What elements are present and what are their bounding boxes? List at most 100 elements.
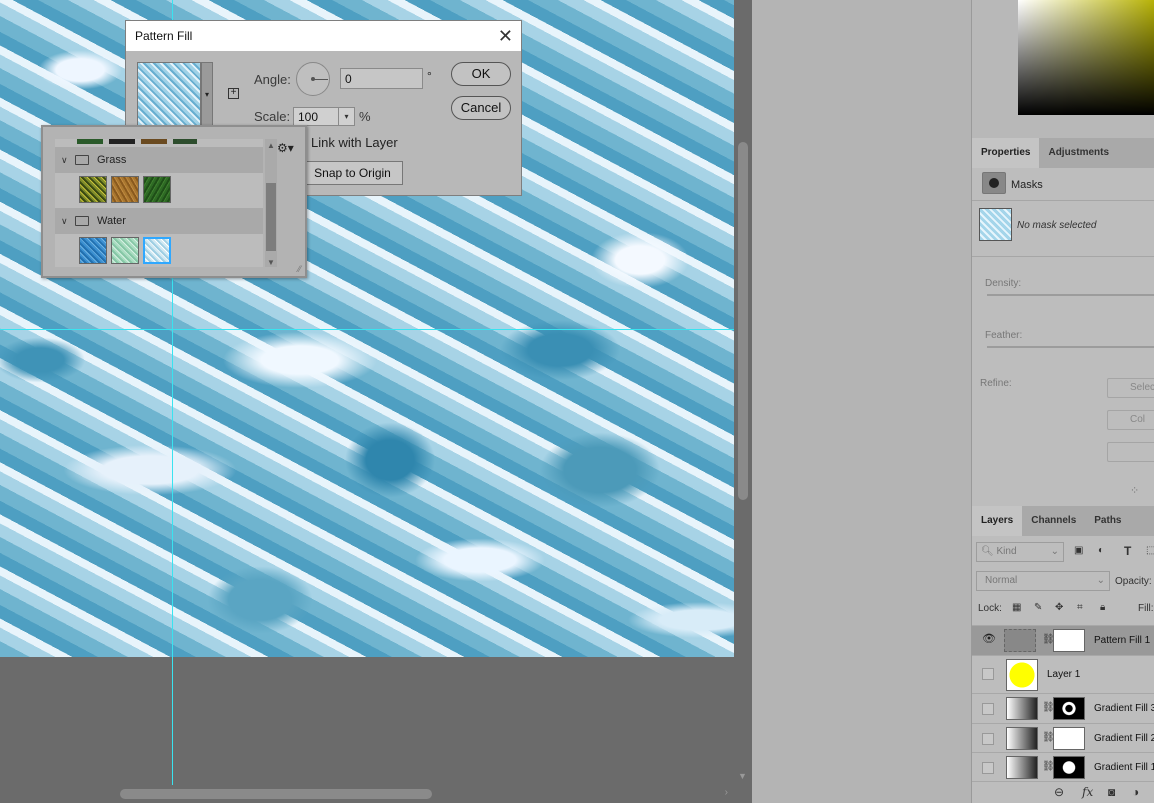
blend-mode-dropdown[interactable]: Normal ⌄: [976, 571, 1110, 591]
pattern-list[interactable]: ∨ Grass ∨ Water: [55, 139, 263, 267]
dialog-titlebar[interactable]: Pattern Fill: [126, 21, 521, 51]
color-range-button[interactable]: Col: [1107, 410, 1154, 430]
layer-mask-thumbnail[interactable]: [1053, 697, 1085, 720]
divider: [972, 200, 1154, 201]
add-mask-icon[interactable]: ◙: [1108, 785, 1115, 799]
angle-dial[interactable]: [296, 62, 330, 96]
layer-name[interactable]: Gradient Fill 3: [1094, 703, 1154, 714]
layer-row[interactable]: Layer 1: [972, 655, 1154, 693]
canvas-horizontal-scrollbar[interactable]: ›: [0, 785, 734, 803]
horizontal-scroll-thumb[interactable]: [120, 789, 432, 799]
pattern-swatch-selected[interactable]: [143, 237, 171, 264]
gear-icon[interactable]: ⚙▾: [277, 141, 294, 155]
layer-mask-thumbnail[interactable]: [979, 208, 1012, 241]
select-and-mask-button[interactable]: Select: [1107, 378, 1154, 398]
tab-channels[interactable]: Channels: [1022, 506, 1085, 536]
pattern-swatch[interactable]: [79, 237, 107, 264]
pattern-preview-swatch[interactable]: [137, 62, 201, 126]
picker-scroll-thumb[interactable]: [266, 183, 276, 251]
layer-name[interactable]: Pattern Fill 1: [1094, 635, 1150, 646]
scroll-right-icon[interactable]: ›: [725, 787, 728, 798]
filter-kind-dropdown[interactable]: 🔍︎ Kind ⌄: [976, 542, 1064, 562]
tab-paths[interactable]: Paths: [1085, 506, 1130, 536]
canvas-vertical-scrollbar[interactable]: ▼: [734, 0, 752, 785]
pattern-swatch[interactable]: [79, 176, 107, 203]
chevron-down-icon: ⌄: [1050, 546, 1059, 557]
visibility-toggle[interactable]: [982, 668, 994, 680]
density-label: Density:: [985, 278, 1022, 289]
load-selection-icon[interactable]: ⁘: [1130, 484, 1139, 497]
density-slider[interactable]: [987, 294, 1154, 296]
lock-position-icon[interactable]: ✥: [1055, 602, 1063, 613]
invert-button[interactable]: [1107, 442, 1154, 462]
gradient-fill-icon: [1006, 727, 1038, 750]
adjustment-filter-icon[interactable]: ◐: [1098, 545, 1104, 556]
cancel-button[interactable]: Cancel: [451, 96, 511, 120]
horizontal-guide[interactable]: [0, 329, 734, 330]
degree-symbol: °: [427, 69, 432, 83]
tab-layers[interactable]: Layers: [972, 506, 1023, 536]
layer-row[interactable]: ⛓︎ Gradient Fill 1: [972, 752, 1154, 781]
masks-label: Masks: [1011, 179, 1043, 191]
eye-icon[interactable]: 👁︎: [982, 632, 996, 645]
lock-all-icon[interactable]: 🔒︎: [1100, 602, 1105, 613]
close-icon[interactable]: ✕: [498, 26, 513, 47]
layer-mask-thumbnail[interactable]: [1053, 756, 1085, 779]
partial-pattern-row: [77, 139, 197, 144]
picker-scrollbar[interactable]: ▲ ▼: [265, 139, 277, 267]
new-pattern-preset-icon[interactable]: +: [228, 88, 239, 99]
link-with-layer-checkbox-label[interactable]: Link with Layer: [311, 135, 398, 150]
link-layers-icon[interactable]: ⊖: [1054, 785, 1064, 799]
scroll-down-icon[interactable]: ▼: [738, 771, 747, 781]
layer-name[interactable]: Layer 1: [1047, 669, 1080, 680]
group-name: Grass: [97, 154, 127, 166]
color-picker-field[interactable]: [1018, 0, 1154, 115]
layer-name[interactable]: Gradient Fill 2: [1094, 733, 1154, 744]
angle-input[interactable]: [340, 68, 423, 89]
chevron-down-icon[interactable]: ∨: [61, 155, 75, 166]
vertical-scroll-thumb[interactable]: [738, 142, 748, 500]
pattern-group-grass[interactable]: ∨ Grass: [55, 147, 263, 173]
type-filter-icon[interactable]: T: [1124, 544, 1131, 558]
blend-mode-value: Normal: [985, 575, 1018, 586]
right-panel: Properties Adjustments Masks No mask sel…: [971, 0, 1154, 803]
chevron-down-icon: ⌄: [1096, 575, 1105, 586]
pattern-swatch[interactable]: [111, 176, 139, 203]
chevron-down-icon[interactable]: ▾: [201, 62, 213, 126]
shape-filter-icon[interactable]: ⬚: [1146, 545, 1154, 556]
adjustment-layer-icon[interactable]: ◑: [1132, 785, 1139, 799]
visibility-toggle[interactable]: [982, 762, 994, 774]
snap-to-origin-button[interactable]: Snap to Origin: [302, 161, 403, 185]
layer-row[interactable]: ⛓︎ Gradient Fill 2: [972, 723, 1154, 752]
visibility-toggle[interactable]: [982, 733, 994, 745]
ok-button[interactable]: OK: [451, 62, 511, 86]
tab-properties[interactable]: Properties: [972, 138, 1040, 168]
layer-name[interactable]: Gradient Fill 1: [1094, 762, 1154, 773]
tab-adjustments[interactable]: Adjustments: [1039, 138, 1118, 168]
pattern-group-water[interactable]: ∨ Water: [55, 208, 263, 234]
divider: [972, 256, 1154, 257]
scroll-up-icon[interactable]: ▲: [267, 141, 275, 150]
mask-icon[interactable]: [982, 172, 1006, 194]
fx-icon[interactable]: fx: [1082, 785, 1093, 799]
layer-row[interactable]: 👁︎ ⛓︎ Pattern Fill 1: [972, 625, 1154, 655]
layer-thumbnail: [1006, 659, 1038, 691]
image-filter-icon[interactable]: ▣: [1074, 545, 1083, 556]
visibility-toggle[interactable]: [982, 703, 994, 715]
lock-image-icon[interactable]: ✎: [1034, 602, 1042, 613]
layer-row[interactable]: ⛓︎ Gradient Fill 3: [972, 693, 1154, 723]
layer-mask-thumbnail[interactable]: [1053, 629, 1085, 652]
scroll-down-icon[interactable]: ▼: [267, 258, 275, 267]
fill-label: Fill:: [1138, 603, 1154, 614]
feather-slider[interactable]: [987, 346, 1154, 348]
lock-transparent-icon[interactable]: ▦: [1012, 602, 1021, 613]
pattern-swatch[interactable]: [143, 176, 171, 203]
resize-grip-icon[interactable]: ⁄⁄: [298, 264, 301, 274]
chevron-down-icon[interactable]: ∨: [61, 216, 75, 227]
layer-mask-thumbnail[interactable]: [1053, 727, 1085, 750]
scale-dropdown-icon[interactable]: ▾: [338, 108, 354, 125]
refine-label: Refine:: [980, 378, 1012, 389]
pattern-swatch[interactable]: [111, 237, 139, 264]
dialog-title: Pattern Fill: [135, 29, 193, 43]
lock-artboard-icon[interactable]: ⌗: [1077, 602, 1083, 613]
